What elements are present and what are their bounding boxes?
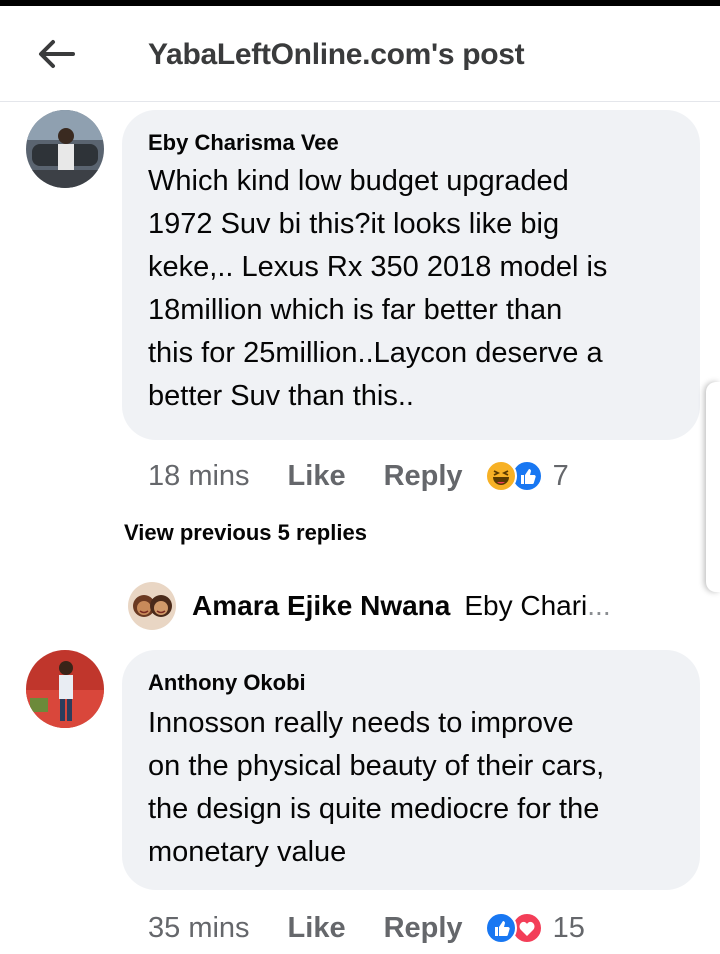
like-reaction-icon	[484, 912, 517, 944]
reply-snippet: Eby Chari	[464, 590, 588, 621]
like-button[interactable]: Like	[288, 460, 346, 493]
avatar[interactable]	[26, 650, 104, 728]
view-previous-replies-link[interactable]: View previous 5 replies	[124, 520, 367, 546]
comment-meta-row: 35 mins Like Reply 15	[148, 908, 585, 948]
avatar[interactable]	[128, 582, 176, 630]
comment-text: Innosson really needs to improve on the …	[148, 707, 605, 868]
reactions-summary[interactable]	[484, 459, 547, 493]
post-comments-screen: YabaLeftOnline.com's post Eby Charisma V…	[0, 0, 720, 954]
reaction-count[interactable]: 7	[553, 460, 569, 493]
page-title: YabaLeftOnline.com's post	[148, 38, 525, 71]
comment-timestamp[interactable]: 35 mins	[148, 912, 250, 945]
comment-text: Which kind low budget upgraded 1972 Suv …	[148, 165, 608, 412]
back-arrow-icon	[39, 40, 75, 68]
comment-author[interactable]: Anthony Okobi	[148, 670, 306, 696]
comment-author[interactable]: Eby Charisma Vee	[148, 130, 339, 156]
avatar[interactable]	[26, 110, 104, 188]
reply-button[interactable]: Reply	[384, 460, 463, 493]
reply-button[interactable]: Reply	[384, 912, 463, 945]
reaction-count[interactable]: 15	[553, 912, 585, 945]
comment-timestamp[interactable]: 18 mins	[148, 460, 250, 493]
reply-author: Amara Ejike Nwana	[192, 590, 451, 621]
reactions-summary[interactable]	[484, 911, 547, 945]
like-button[interactable]: Like	[288, 912, 346, 945]
scroll-handle[interactable]	[706, 382, 720, 592]
header-bar: YabaLeftOnline.com's post	[0, 6, 720, 102]
comment-meta-row: 18 mins Like Reply 7	[148, 456, 569, 496]
haha-reaction-icon	[484, 460, 517, 492]
back-button[interactable]	[28, 32, 84, 76]
reply-preview-row[interactable]: Amara Ejike Nwana Eby Chari ...	[128, 578, 688, 634]
reply-ellipsis: ...	[587, 590, 611, 621]
